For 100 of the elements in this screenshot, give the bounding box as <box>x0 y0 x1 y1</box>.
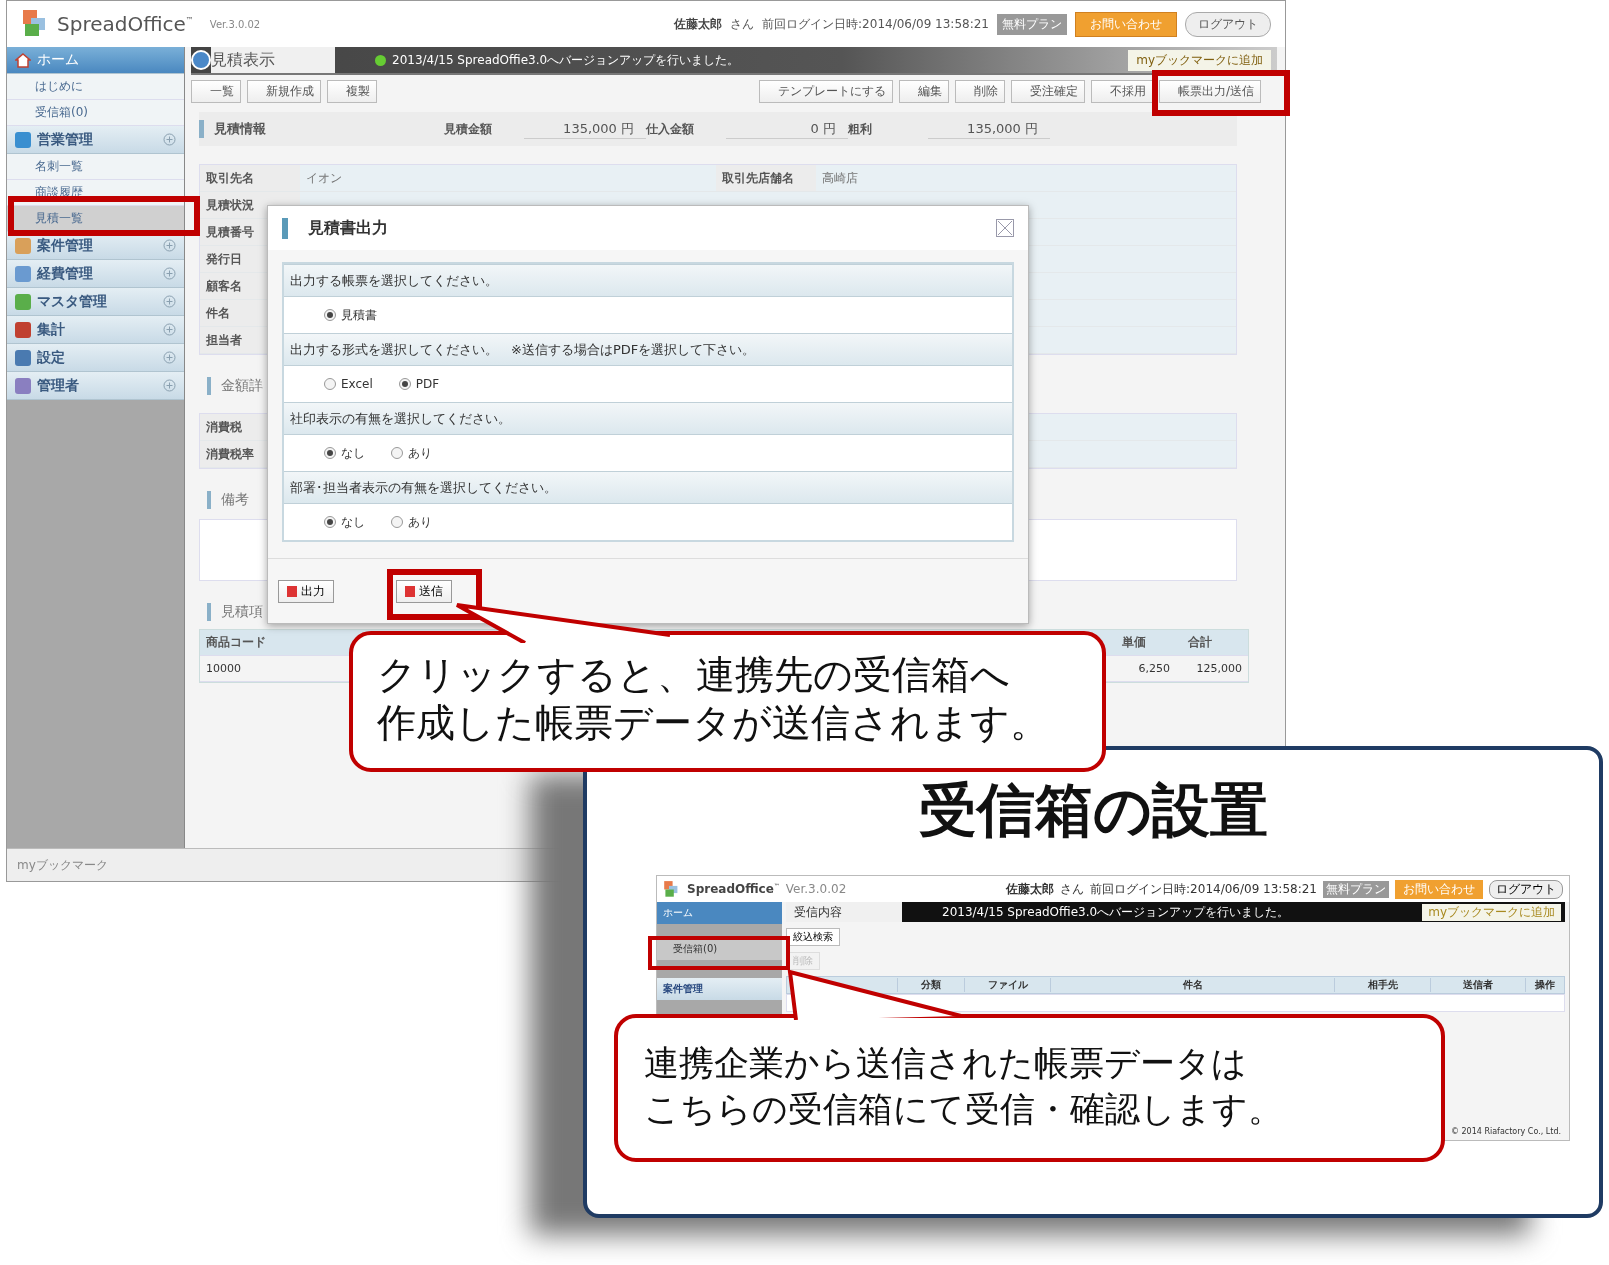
app-logo-text: SpreadOffice$^{™}$ <box>687 882 780 896</box>
radio-button[interactable] <box>391 516 403 528</box>
panel-title: 受信箱の設置 <box>917 775 1269 846</box>
toolbar-button[interactable]: 削除 <box>954 80 1005 103</box>
dialog-button[interactable]: 送信 <box>396 579 452 603</box>
column-header: 商品コード <box>205 634 267 651</box>
copyright-text: © 2014 Riafactory Co., Ltd. <box>1449 1126 1562 1138</box>
sidebar-item[interactable]: 設定 <box>7 344 184 372</box>
toolbar-button[interactable]: 絞込検索 <box>786 928 840 946</box>
module-icon <box>15 349 31 366</box>
expand-icon[interactable] <box>163 351 176 364</box>
column-header: 分類 <box>897 978 965 992</box>
toggle-icon[interactable] <box>191 50 211 70</box>
user-name: 佐藤太郎 <box>1006 880 1055 898</box>
radio-option[interactable]: Excel <box>324 377 373 391</box>
sidebar-item[interactable]: 案件管理 <box>657 978 782 1000</box>
question-text: 社印表示の有無を選択してください。 <box>284 402 1012 435</box>
sidebar-link[interactable]: 名刺一覧 <box>7 154 184 180</box>
callout-text: 作成した帳票データが送信されます。 <box>377 699 1050 747</box>
field-value: 135,000 円 <box>524 119 646 139</box>
sidebar-item[interactable]: 管理者 <box>7 372 184 400</box>
column-header: 相手先 <box>1334 978 1430 992</box>
column-header: 単価 <box>1121 634 1147 651</box>
expand-icon[interactable] <box>163 379 176 392</box>
radio-button[interactable] <box>398 378 411 390</box>
radio-button[interactable] <box>324 516 336 528</box>
table-cell-text: 6,250 <box>1137 662 1171 675</box>
sidebar-item[interactable]: 集計 <box>7 316 184 344</box>
radio-option[interactable]: 見積書 <box>324 306 377 324</box>
callout-text: クリックすると、連携先の受信箱へ <box>377 651 1011 699</box>
radio-option[interactable]: あり <box>391 513 432 531</box>
close-icon[interactable] <box>996 219 1014 237</box>
field-value: 0 円 <box>726 119 848 139</box>
expand-icon[interactable] <box>163 239 176 252</box>
page-tab[interactable]: 受信内容 <box>786 902 902 922</box>
module-icon <box>15 265 31 282</box>
sidebar-item[interactable]: マスタ管理 <box>7 288 184 316</box>
toolbar-button[interactable]: 帳票出力/送信 <box>1158 80 1261 103</box>
section-title: 見積情報 <box>199 120 444 138</box>
dialog-button[interactable]: 出力 <box>278 579 334 603</box>
field-label: 粗利 <box>848 120 873 138</box>
toolbar-button[interactable]: 編集 <box>898 80 949 103</box>
table-label: 取引先店舗名 <box>716 165 816 191</box>
plan-badge: 無料プラン <box>1323 880 1389 898</box>
sidebar-link[interactable]: はじめに <box>7 74 184 100</box>
sidebar-item[interactable]: 受信箱(0) <box>657 938 782 960</box>
radio-button[interactable] <box>324 378 336 390</box>
radio-button[interactable] <box>324 447 336 459</box>
radio-button[interactable] <box>324 309 336 321</box>
notice-text: 2013/4/15 SpreadOffie3.0へバージョンアップを行いました。 <box>942 903 1291 921</box>
dialog-title: 見積書出力 <box>282 217 388 239</box>
toolbar-button[interactable]: 不採用 <box>1090 80 1153 103</box>
question-text: 部署･担当者表示の有無を選択してください。 <box>284 471 1012 504</box>
expand-icon[interactable] <box>163 133 176 146</box>
table-cell-text: 125,000 <box>1195 662 1243 675</box>
table-cell-text: 10000 <box>205 662 242 675</box>
bookmark-link[interactable]: myブックマークに追加 <box>1128 49 1271 71</box>
question-text: 出力する帳票を選択してください。 <box>284 264 1012 297</box>
radio-option[interactable]: なし <box>324 444 365 462</box>
column-header: ファイル <box>964 978 1051 992</box>
last-login: 前回ログイン日時:2014/06/09 13:58:21 <box>1090 880 1317 898</box>
radio-button[interactable] <box>391 447 403 459</box>
logout-button[interactable]: ログアウト <box>1489 879 1563 899</box>
user-name: 佐藤太郎 <box>674 15 723 33</box>
last-login: 前回ログイン日時:2014/06/09 13:58:21 <box>762 15 989 33</box>
version-label: Ver.3.0.02 <box>209 18 261 30</box>
sidebar-item[interactable]: ホーム <box>657 902 782 924</box>
table-cell: イオン <box>300 165 716 191</box>
radio-option[interactable]: あり <box>391 444 432 462</box>
toolbar-button[interactable]: 受注確定 <box>1010 80 1085 103</box>
version-label: Ver.3.0.02 <box>785 882 847 896</box>
toolbar-button[interactable]: 一覧 <box>191 80 241 103</box>
question-text: 出力する形式を選択してください。 ※送信する場合はPDFを選択して下さい。 <box>284 333 1012 366</box>
column-header: 件名 <box>1050 978 1335 992</box>
toolbar-button[interactable]: 新規作成 <box>247 80 321 103</box>
toolbar-button[interactable]: テンプレートにする <box>758 80 893 103</box>
table-cell: 高崎店 <box>816 165 1236 191</box>
home-icon <box>15 52 31 68</box>
logout-button[interactable]: ログアウト <box>1185 11 1271 37</box>
radio-option[interactable]: PDF <box>398 377 440 391</box>
module-icon <box>15 131 31 148</box>
sidebar-item[interactable]: 営業管理 <box>7 126 184 154</box>
sidebar-link[interactable]: 受信箱(0) <box>7 100 184 126</box>
toolbar-button[interactable]: 複製 <box>327 80 377 103</box>
column-header: 操作 <box>1525 978 1564 992</box>
callout-text: こちらの受信箱にて受信・確認します。 <box>644 1088 1284 1131</box>
honorific: さん <box>730 15 755 33</box>
radio-option[interactable]: なし <box>324 513 365 531</box>
module-icon <box>15 321 31 338</box>
page-tab[interactable]: 見積表示 <box>211 47 335 73</box>
expand-icon[interactable] <box>163 267 176 280</box>
expand-icon[interactable] <box>163 323 176 336</box>
expand-icon[interactable] <box>163 295 176 308</box>
sidebar-item[interactable]: 経費管理 <box>7 260 184 288</box>
field-value: 135,000 円 <box>928 119 1050 139</box>
callout-text: 連携企業から送信された帳票データは <box>644 1042 1248 1085</box>
column-header: 送信者 <box>1429 978 1526 992</box>
plan-badge: 無料プラン <box>997 13 1067 35</box>
table-label: 取引先名 <box>200 165 300 191</box>
module-icon <box>15 377 31 394</box>
